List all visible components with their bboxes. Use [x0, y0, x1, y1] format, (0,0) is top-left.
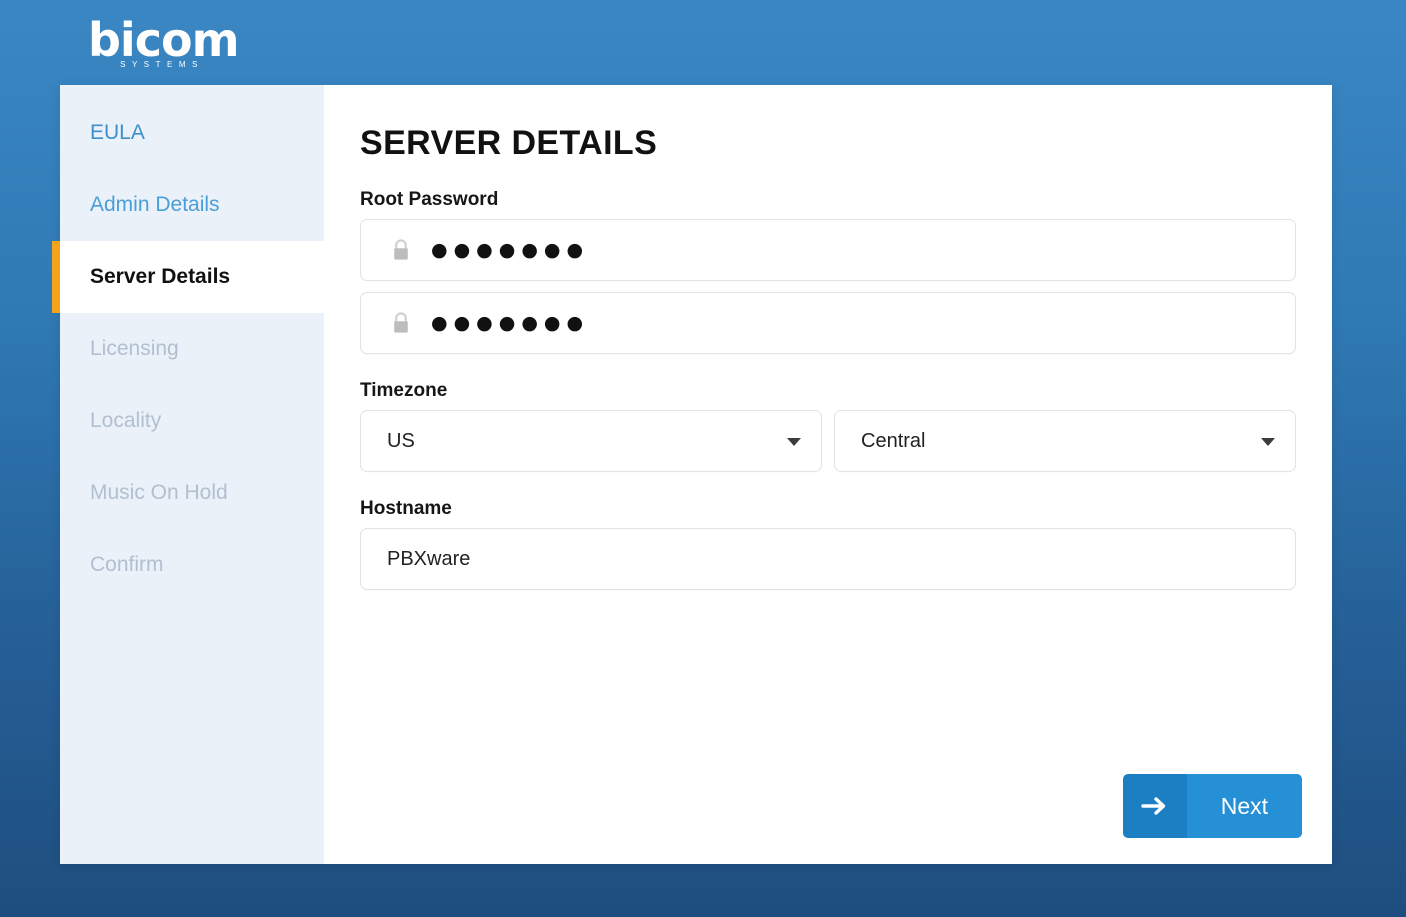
hostname-value: PBXware [387, 548, 471, 570]
timezone-label: Timezone [360, 380, 448, 401]
hostname-field[interactable]: PBXware [360, 528, 1296, 590]
sidebar-item-label: Admin Details [90, 193, 220, 216]
next-button-label-segment[interactable]: Next [1186, 774, 1302, 838]
page-title: SERVER DETAILS [360, 124, 658, 162]
hostname-label: Hostname [360, 498, 452, 519]
sidebar-item-confirm: Confirm [60, 529, 324, 601]
sidebar-item-label: Server Details [90, 265, 231, 288]
sidebar-item-admin-details[interactable]: Admin Details [60, 169, 324, 241]
timezone-zone-select[interactable]: Central [834, 410, 1296, 472]
sidebar-item-label: Licensing [90, 337, 179, 360]
timezone-region-select[interactable]: US [360, 410, 822, 472]
sidebar-item-music-on-hold: Music On Hold [60, 457, 324, 529]
lock-icon [394, 312, 408, 333]
brand-wordmark: bicom [88, 13, 240, 67]
lock-icon [394, 239, 408, 260]
timezone-row: US Central [360, 410, 1296, 472]
timezone-region-value: US [387, 430, 415, 452]
sidebar-item-label: EULA [90, 121, 145, 144]
next-button[interactable]: Next [1122, 774, 1302, 838]
sidebar-item-eula[interactable]: EULA [60, 97, 324, 169]
chevron-down-icon [1261, 438, 1275, 446]
arrow-right-icon [1141, 797, 1165, 815]
chevron-down-icon [787, 438, 801, 446]
sidebar-item-server-details[interactable]: Server Details [52, 241, 324, 313]
wizard-card: EULA Admin Details Server Details Licens… [52, 85, 1332, 864]
sidebar-item-label: Confirm [90, 553, 164, 576]
root-password-confirm-field[interactable]: ●●●●●●● [360, 292, 1296, 354]
step-content-panel: SERVER DETAILS Root Password ●●●●●●● ●●●… [324, 85, 1332, 864]
root-password-confirm-value: ●●●●●●● [431, 312, 590, 334]
brand-logo: bicom SYSTEMS [88, 16, 348, 76]
next-button-label: Next [1220, 793, 1268, 819]
timezone-zone-value: Central [861, 430, 926, 452]
next-button-icon-segment[interactable] [1122, 774, 1187, 838]
wizard-step-sidebar: EULA Admin Details Server Details Licens… [52, 85, 324, 864]
root-password-field[interactable]: ●●●●●●● [360, 219, 1296, 281]
sidebar-item-licensing: Licensing [60, 313, 324, 385]
sidebar-item-locality: Locality [60, 385, 324, 457]
sidebar-item-label: Locality [90, 409, 162, 432]
sidebar-item-label: Music On Hold [90, 481, 228, 504]
root-password-value: ●●●●●●● [431, 239, 590, 261]
root-password-label: Root Password [360, 189, 499, 210]
